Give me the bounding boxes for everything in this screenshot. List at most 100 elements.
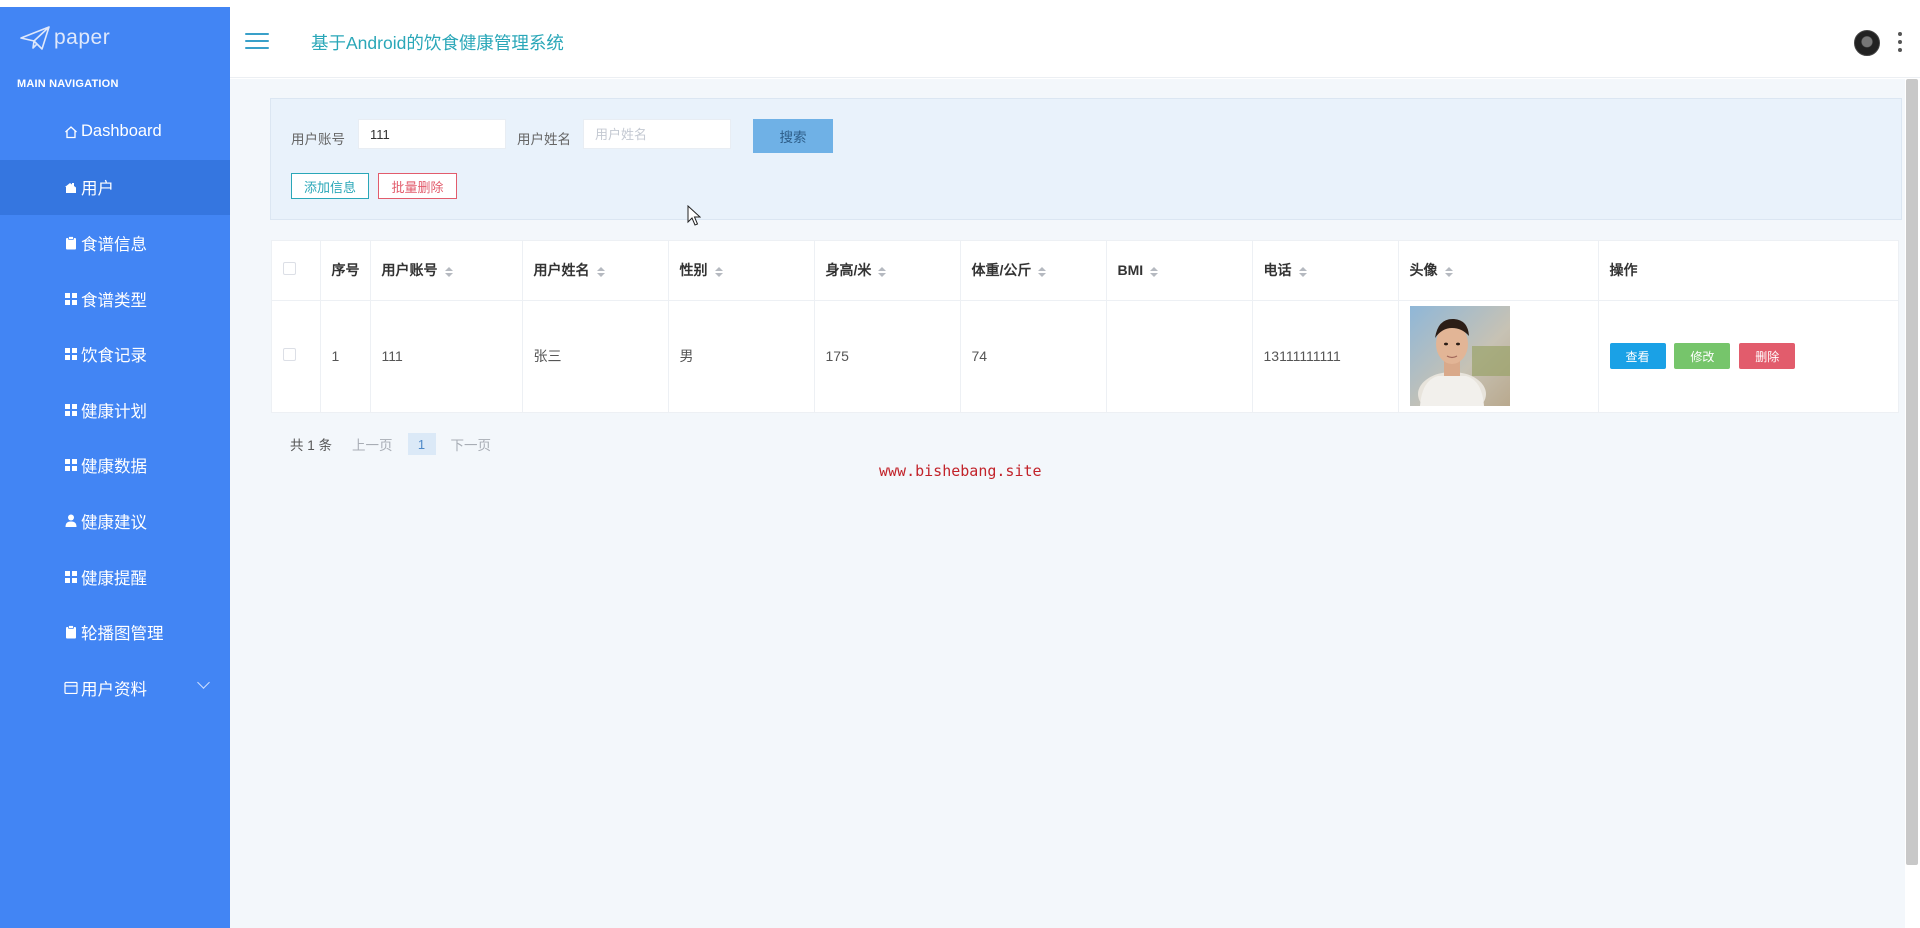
column-header[interactable]: 身高/米	[814, 241, 961, 301]
column-header: 序号	[320, 241, 371, 301]
select-all-cell	[272, 241, 321, 301]
pagination-total: 共 1 条	[290, 438, 333, 453]
data-table: 序号 用户账号 用户姓名 性别 身高/米 体重/公斤 BMI 电话 头像 操作 …	[271, 240, 1899, 413]
row-select-cell	[272, 300, 321, 412]
column-header[interactable]: BMI	[1106, 241, 1253, 301]
sidebar-item-label: 健康建议	[81, 513, 147, 532]
cell-index: 1	[320, 300, 371, 412]
grid-icon	[63, 348, 79, 361]
sidebar-item-recipe-type[interactable]: 食谱类型	[0, 271, 230, 327]
sort-icon[interactable]	[1298, 266, 1307, 277]
main-content: 用户账号 用户姓名 搜索 添加信息 批量删除 序号 用户账号 用户姓名 性别 身…	[230, 79, 1905, 928]
sidebar-item-label: 饮食记录	[81, 347, 147, 366]
more-options-icon[interactable]	[1898, 32, 1902, 52]
cell-name: 张三	[522, 300, 669, 412]
sidebar-item-health-reminder[interactable]: 健康提醒	[0, 549, 230, 605]
sidebar-item-dashboard[interactable]: Dashboard	[0, 104, 230, 160]
grid-icon	[63, 292, 79, 305]
sidebar-item-label: 健康提醒	[81, 569, 147, 588]
sort-icon[interactable]	[714, 266, 723, 277]
view-button[interactable]: 查看	[1609, 343, 1666, 370]
cell-phone: 13111111111	[1252, 300, 1399, 412]
sidebar-item-health-advice[interactable]: 健康建议	[0, 493, 230, 549]
sidebar-item-users[interactable]: 用户	[0, 159, 264, 216]
cell-gender: 男	[668, 300, 815, 412]
sidebar-item-label: 用户	[81, 180, 114, 199]
name-input[interactable]	[583, 119, 731, 149]
table-row: 1 111 张三 男 175 74 13111111111 查看 修改 删除	[272, 300, 1898, 412]
sort-icon[interactable]	[596, 266, 605, 277]
clipboard-icon	[63, 625, 79, 639]
sidebar-item-label: 健康计划	[81, 402, 147, 421]
sidebar-item-recipe-info[interactable]: 食谱信息	[0, 215, 230, 271]
sidebar-item-user-profile[interactable]: 用户资料	[0, 660, 230, 716]
grid-icon	[63, 459, 79, 472]
sidebar-item-health-data[interactable]: 健康数据	[0, 438, 230, 494]
mouse-cursor-icon	[687, 205, 701, 226]
sidebar-item-label: 健康数据	[81, 458, 147, 477]
batch-delete-button[interactable]: 批量删除	[378, 173, 457, 199]
sort-icon[interactable]	[1444, 266, 1453, 277]
column-header[interactable]: 用户姓名	[522, 241, 669, 301]
search-panel: 用户账号 用户姓名 搜索 添加信息 批量删除	[270, 98, 1902, 220]
chevron-down-icon[interactable]	[197, 676, 210, 689]
sidebar-item-diet-records[interactable]: 饮食记录	[0, 326, 230, 382]
cell-weight: 74	[960, 300, 1107, 412]
menu-toggle-icon[interactable]	[245, 33, 269, 51]
brand-logo[interactable]: paper	[0, 7, 230, 69]
next-page-link[interactable]: 下一页	[451, 434, 492, 454]
sort-icon[interactable]	[1150, 266, 1159, 277]
add-info-button[interactable]: 添加信息	[291, 173, 369, 199]
nav-caption: MAIN NAVIGATION	[17, 78, 119, 90]
search-button[interactable]: 搜索	[753, 119, 833, 153]
sidebar-item-carousel[interactable]: 轮播图管理	[0, 604, 230, 660]
sidebar-item-label: 食谱类型	[81, 291, 147, 310]
pagination: 共 1 条 上一页 1 下一页	[290, 433, 491, 455]
cell-bmi	[1106, 300, 1253, 412]
watermark-text: www.bishebang.site	[879, 462, 1042, 480]
column-header[interactable]: 体重/公斤	[960, 241, 1107, 301]
sort-icon[interactable]	[878, 266, 887, 277]
vertical-scrollbar[interactable]	[1906, 79, 1918, 865]
sidebar: paper MAIN NAVIGATION Dashboard 用户 食谱信息 …	[0, 7, 264, 928]
column-header[interactable]: 头像	[1398, 241, 1599, 301]
brand-name: paper	[54, 26, 111, 49]
sidebar-item-label: 轮播图管理	[81, 625, 164, 644]
select-all-checkbox[interactable]	[283, 262, 296, 276]
sort-icon[interactable]	[444, 266, 453, 277]
account-input[interactable]	[358, 119, 506, 149]
column-header: 操作	[1598, 241, 1898, 301]
cell-account: 111	[370, 300, 523, 412]
person-icon	[63, 514, 79, 528]
current-page[interactable]: 1	[407, 433, 436, 455]
home-icon	[63, 125, 79, 139]
column-header[interactable]: 电话	[1252, 241, 1399, 301]
sort-icon[interactable]	[1038, 266, 1047, 277]
user-avatar[interactable]	[1854, 30, 1880, 56]
sidebar-item-label: 食谱信息	[81, 235, 147, 254]
column-header[interactable]: 性别	[668, 241, 815, 301]
edit-button[interactable]: 修改	[1674, 343, 1731, 370]
name-label: 用户姓名	[517, 132, 571, 147]
avatar-photo[interactable]	[1409, 306, 1510, 407]
user-home-icon	[63, 181, 79, 194]
delete-button[interactable]: 删除	[1739, 343, 1796, 370]
paper-plane-icon	[20, 26, 50, 50]
cell-actions: 查看 修改 删除	[1598, 300, 1898, 412]
table-header-row: 序号 用户账号 用户姓名 性别 身高/米 体重/公斤 BMI 电话 头像 操作	[272, 241, 1898, 301]
cell-height: 175	[814, 300, 961, 412]
sidebar-item-health-plan[interactable]: 健康计划	[0, 382, 230, 438]
top-bar: 基于Android的饮食健康管理系统	[230, 7, 1920, 78]
row-checkbox[interactable]	[283, 348, 296, 362]
calendar-icon	[63, 681, 79, 695]
page-title: 基于Android的饮食健康管理系统	[311, 33, 564, 53]
account-label: 用户账号	[291, 132, 345, 147]
cell-avatar	[1398, 300, 1599, 412]
clipboard-icon	[63, 236, 79, 250]
prev-page-link[interactable]: 上一页	[352, 434, 393, 454]
sidebar-item-label: Dashboard	[81, 122, 162, 141]
sidebar-item-label: 用户资料	[81, 680, 147, 699]
column-header[interactable]: 用户账号	[370, 241, 523, 301]
grid-icon	[63, 403, 79, 416]
nav-list: Dashboard 用户 食谱信息 食谱类型 饮食记录 健康计划 健康数据 健康…	[0, 104, 264, 716]
